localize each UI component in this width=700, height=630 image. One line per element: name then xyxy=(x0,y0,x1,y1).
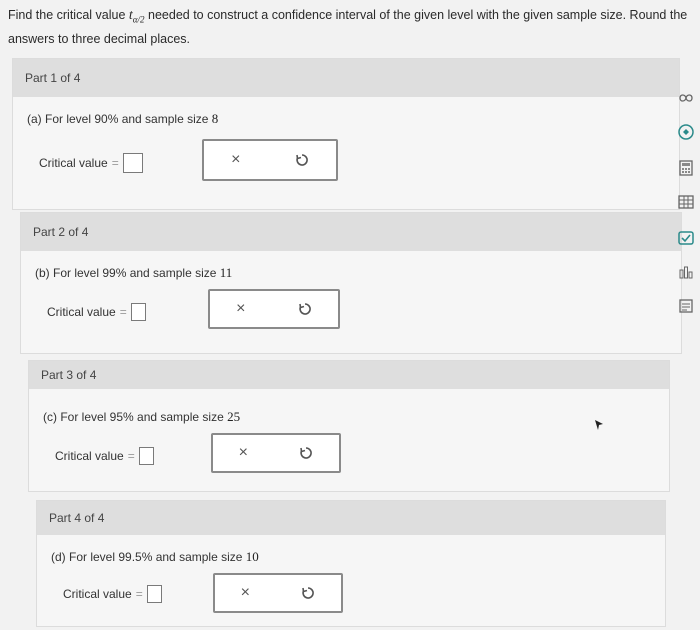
part-2-critical-value: Critical value = xyxy=(47,303,146,321)
part-3-prompt: (c) For level 95% and sample size 25 xyxy=(43,409,241,424)
part-3-panel: Part 3 of 4 (c) For level 95% and sample… xyxy=(28,360,670,492)
part-4-controls: × xyxy=(213,573,343,613)
checkmark-box-icon[interactable] xyxy=(678,230,694,246)
part-1-panel: Part 1 of 4 (a) For level 90% and sample… xyxy=(12,58,680,210)
part-2-answer-input[interactable] xyxy=(130,303,146,321)
mouse-cursor-icon xyxy=(595,420,603,430)
part-1-prompt: (a) For level 90% and sample size 8 xyxy=(27,111,219,126)
part-2-controls: × xyxy=(208,289,340,329)
table-icon[interactable] xyxy=(678,194,694,210)
part-1-clear-button[interactable]: × xyxy=(231,151,240,169)
part-3-critical-value: Critical value = xyxy=(55,447,154,465)
part-2-header: Part 2 of 4 xyxy=(21,213,681,251)
data-icon[interactable] xyxy=(678,264,694,280)
part-3-header: Part 3 of 4 xyxy=(29,361,669,389)
part-2-panel: Part 2 of 4 (b) For level 99% and sample… xyxy=(20,212,682,354)
part-1-controls: × xyxy=(202,139,338,181)
part-3-controls: × xyxy=(211,433,341,473)
rotate-icon[interactable] xyxy=(678,124,694,140)
part-2-undo-icon[interactable] xyxy=(298,302,312,316)
t-subscript: α/2 xyxy=(132,14,145,25)
part-3-answer-input[interactable] xyxy=(138,447,154,465)
part-4-clear-button[interactable]: × xyxy=(241,584,250,602)
part-4-panel: Part 4 of 4 (d) For level 99.5% and samp… xyxy=(36,500,666,627)
part-3-clear-button[interactable]: × xyxy=(239,444,248,462)
calculator-icon[interactable] xyxy=(678,160,694,176)
notes-icon[interactable] xyxy=(678,298,694,314)
part-1-critical-value: Critical value = xyxy=(39,153,143,173)
part-2-clear-button[interactable]: × xyxy=(236,300,245,318)
part-1-header: Part 1 of 4 xyxy=(13,59,679,97)
part-1-answer-input[interactable] xyxy=(122,153,143,173)
infinity-icon[interactable] xyxy=(678,90,694,106)
part-4-header: Part 4 of 4 xyxy=(37,501,665,535)
part-4-undo-icon[interactable] xyxy=(301,586,315,600)
part-4-answer-input[interactable] xyxy=(146,585,162,603)
part-2-prompt: (b) For level 99% and sample size 11 xyxy=(35,265,233,280)
part-4-critical-value: Critical value = xyxy=(63,585,162,603)
part-4-prompt: (d) For level 99.5% and sample size 10 xyxy=(51,549,259,564)
question-text: Find the critical value tα/2 needed to c… xyxy=(8,8,688,46)
part-1-undo-icon[interactable] xyxy=(295,153,309,167)
part-3-undo-icon[interactable] xyxy=(299,446,313,460)
